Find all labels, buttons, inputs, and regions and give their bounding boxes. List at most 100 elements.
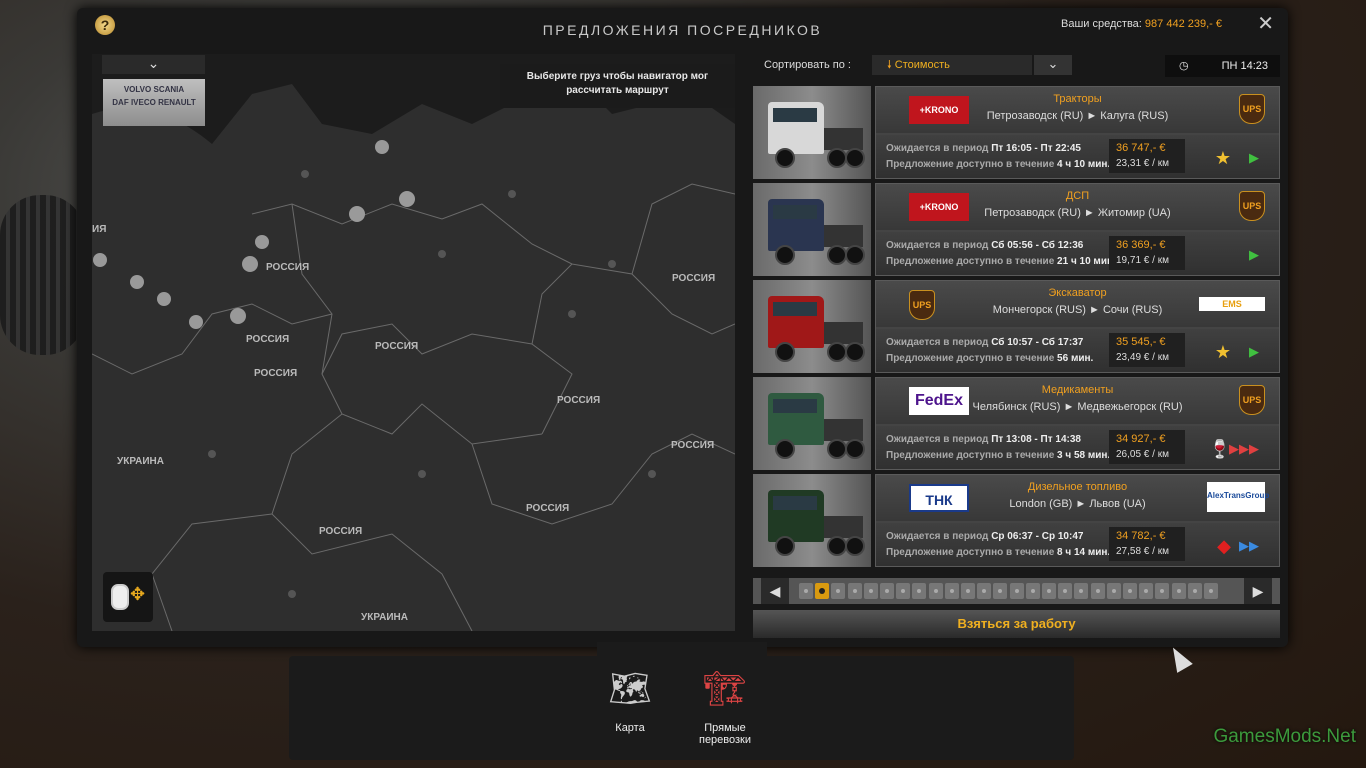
- wheel: [775, 245, 795, 265]
- pager-dot[interactable]: [831, 583, 846, 599]
- pager-dot[interactable]: [1025, 583, 1040, 599]
- pager-dot[interactable]: [1090, 583, 1105, 599]
- wheel: [845, 536, 865, 556]
- move-arrows-icon: ✥: [130, 584, 146, 604]
- availability-label: Предложение доступно в течение: [886, 353, 1055, 364]
- brand-scania: SCANIA: [153, 85, 185, 94]
- dot-icon: [1030, 589, 1035, 593]
- map-label: РОССИЯ: [254, 368, 298, 379]
- dock-direct-jobs-button[interactable]: 🏗 Прямые перевозки: [680, 666, 770, 746]
- pager-dot[interactable]: [1187, 583, 1202, 599]
- pager-dot[interactable]: [1074, 583, 1089, 599]
- pager-next-button[interactable]: ▶: [1244, 578, 1272, 604]
- period-value: Пт 16:05 - Пт 22:45: [991, 143, 1081, 154]
- map-label: РОССИЯ: [246, 334, 290, 345]
- offer-row[interactable]: ТНК Дизельное топливо London (GB) ► Льво…: [753, 474, 1280, 567]
- sort-dropdown-button[interactable]: ⌄: [1034, 55, 1072, 75]
- wheel: [775, 148, 795, 168]
- dot-icon: [998, 589, 1003, 593]
- period-value: Пт 13:08 - Пт 14:38: [991, 434, 1081, 445]
- pager-dot[interactable]: [1106, 583, 1121, 599]
- map-controls-button[interactable]: ✥: [103, 572, 153, 622]
- dot-icon: [1176, 589, 1181, 593]
- offer-footer: Ожидается в период Пт 13:08 - Пт 14:38 П…: [876, 426, 1279, 469]
- pager-dot[interactable]: [961, 583, 975, 599]
- pager-dot[interactable]: [1155, 583, 1170, 599]
- dot-icon: [1160, 589, 1165, 593]
- funds-value: 987 442 239,- €: [1144, 18, 1222, 30]
- wheel: [845, 342, 865, 362]
- brand-filter-dropdown[interactable]: ⌄: [102, 55, 205, 74]
- brand-row: DAF IVECO RENAULT: [103, 96, 205, 109]
- wheel: [845, 148, 865, 168]
- pager-dot[interactable]: [1171, 583, 1186, 599]
- period-label: Ожидается в период: [886, 434, 989, 445]
- delivery-period: Ожидается в период Пт 13:08 - Пт 14:38: [886, 434, 1081, 445]
- price-box: 34 927,- € 26,05 € / км: [1109, 430, 1185, 464]
- offer-details: ТНК Дизельное топливо London (GB) ► Льво…: [875, 474, 1280, 567]
- dot-icon: [901, 589, 906, 593]
- wheel: [827, 245, 847, 265]
- dot-icon: [885, 589, 889, 593]
- freight-market-window: ? ПРЕДЛОЖЕНИЯ ПОСРЕДНИКОВ Ваши средства:…: [77, 8, 1288, 647]
- availability-label: Предложение доступно в течение: [886, 159, 1055, 170]
- pager-dot[interactable]: [896, 583, 911, 599]
- pager-dot[interactable]: [944, 583, 959, 599]
- sort-down-arrow-icon: 🠗: [887, 59, 895, 71]
- sort-select[interactable]: 🠗 Стоимость: [872, 55, 1032, 75]
- truck-chassis: [823, 419, 863, 441]
- pager-dot[interactable]: [912, 583, 927, 599]
- pager-dot[interactable]: [993, 583, 1008, 599]
- price-per-km: 19,71 € / км: [1116, 255, 1169, 266]
- wheel: [775, 439, 795, 459]
- truck-chassis: [823, 322, 863, 344]
- pager-dot[interactable]: [977, 583, 992, 599]
- route: Петрозаводск (RU) ► Калуга (RUS): [986, 110, 1169, 122]
- pager-dot[interactable]: [1009, 583, 1024, 599]
- sort-bar: Сортировать по : 🠗 Стоимость ⌄ ◷ ПН 14:2…: [753, 54, 1280, 77]
- pager-dot[interactable]: [880, 583, 894, 599]
- availability-label: Предложение доступно в течение: [886, 547, 1055, 558]
- dot-icon: [1192, 589, 1197, 593]
- pager-dot[interactable]: [863, 583, 878, 599]
- dock-map-button[interactable]: 🗺 Карта: [585, 666, 675, 734]
- pager-dot[interactable]: [1139, 583, 1154, 599]
- urgency-arrow-icon: ▶: [1249, 150, 1259, 165]
- offer-row[interactable]: FedEx Медикаменты Челябинск (RUS) ► Медв…: [753, 377, 1280, 470]
- availability-value: 4 ч 10 мин.: [1057, 159, 1111, 170]
- pager-dot[interactable]: [1042, 583, 1056, 599]
- map-view[interactable]: РОССИЯ РОССИЯ РОССИЯ РОССИЯ РОССИЯ РОССИ…: [92, 54, 735, 631]
- truck-chassis: [823, 128, 863, 150]
- delivery-period: Ожидается в период Сб 05:56 - Сб 12:36: [886, 240, 1083, 251]
- pager-dot[interactable]: [799, 583, 813, 599]
- dot-icon: [1014, 589, 1019, 593]
- brand-filter-logos[interactable]: VOLVO SCANIA DAF IVECO RENAULT: [103, 79, 205, 126]
- urgency-arrow-icon: ▶: [1249, 344, 1259, 359]
- background-tire: [0, 195, 85, 355]
- offer-availability: Предложение доступно в течение 8 ч 14 ми…: [886, 547, 1110, 558]
- urgency-arrow-icon: ▶▶: [1239, 538, 1259, 553]
- pager-prev-button[interactable]: ◀: [761, 578, 789, 604]
- cargo-badge-icon: ★: [1214, 342, 1231, 362]
- offer-availability: Предложение доступно в течение 21 ч 10 м…: [886, 256, 1116, 267]
- price: 34 782,- €: [1116, 530, 1166, 542]
- offer-row[interactable]: +KRONO ДСП Петрозаводск (RU) ► Житомир (…: [753, 183, 1280, 276]
- take-job-button[interactable]: Взяться за работу: [753, 610, 1280, 638]
- sort-label: Сортировать по :: [764, 59, 851, 71]
- pager-dot[interactable]: [847, 583, 862, 599]
- dot-icon: [1128, 589, 1132, 593]
- cargo-name: Тракторы: [1053, 93, 1102, 105]
- pager-dot[interactable]: [815, 583, 830, 599]
- offer-row[interactable]: UPS Экскаватор Мончегорск (RUS) ► Сочи (…: [753, 280, 1280, 373]
- price: 36 369,- €: [1116, 239, 1166, 251]
- availability-value: 8 ч 14 мин.: [1057, 547, 1111, 558]
- route: Челябинск (RUS) ► Медвежьегорск (RU): [972, 401, 1183, 413]
- pager-dot[interactable]: [1204, 583, 1218, 599]
- pager-dot[interactable]: [928, 583, 943, 599]
- pager-dot[interactable]: [1123, 583, 1137, 599]
- close-button[interactable]: ✕: [1257, 14, 1274, 34]
- offer-row[interactable]: +KRONO Тракторы Петрозаводск (RU) ► Калу…: [753, 86, 1280, 179]
- price-per-km: 26,05 € / км: [1116, 449, 1169, 460]
- pager-dot[interactable]: [1058, 583, 1073, 599]
- company-logo-right: AlexTransGroup: [1207, 482, 1269, 512]
